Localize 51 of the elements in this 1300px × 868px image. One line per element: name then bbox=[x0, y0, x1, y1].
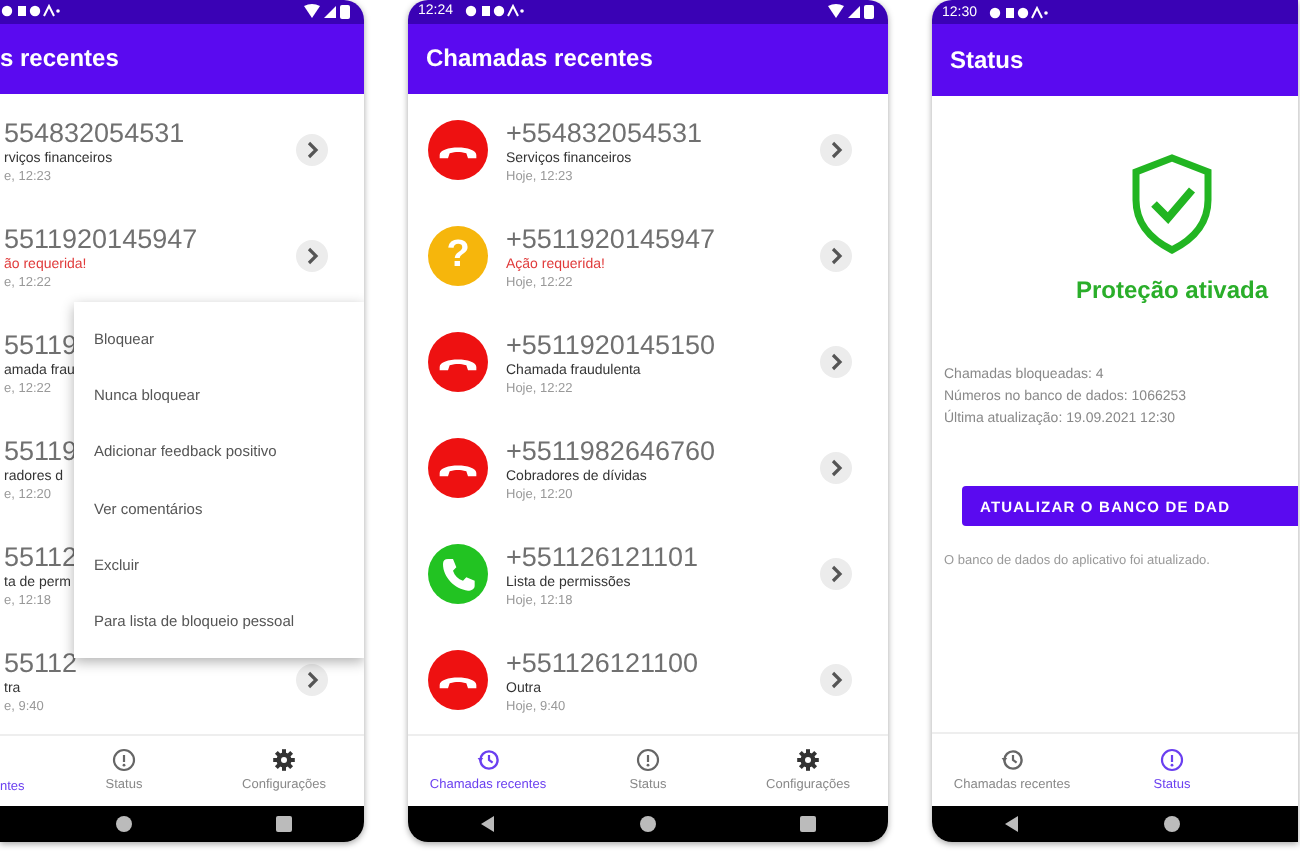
phone-number: 554832054531 bbox=[4, 117, 185, 148]
history-icon bbox=[1000, 748, 1024, 772]
phone-number: 55112 bbox=[4, 647, 78, 678]
chevron-icon[interactable] bbox=[296, 240, 328, 273]
info-icon bbox=[112, 748, 136, 773]
notification-icons bbox=[0, 4, 60, 19]
notification-icons bbox=[987, 5, 1048, 19]
chevron-icon[interactable] bbox=[820, 558, 852, 591]
notification-icons bbox=[463, 4, 524, 19]
hang-up-icon bbox=[428, 332, 488, 393]
home-icon[interactable] bbox=[638, 814, 658, 834]
screen-title: Status bbox=[950, 46, 1024, 74]
info-icon bbox=[1160, 748, 1184, 772]
hang-up-icon bbox=[428, 120, 488, 181]
screen-title: Chamadas recentes bbox=[426, 44, 653, 73]
phone-number: +5511920145947 bbox=[506, 223, 715, 254]
back-icon[interactable] bbox=[478, 814, 498, 834]
chevron-icon[interactable] bbox=[820, 452, 852, 485]
phone-number: +551126121101 bbox=[506, 541, 698, 572]
screen-title: s recentes bbox=[0, 44, 119, 73]
chevron-icon[interactable] bbox=[820, 134, 852, 167]
settings-icon bbox=[796, 748, 820, 773]
signal-icons bbox=[304, 3, 352, 20]
phone-number: 55119 bbox=[4, 435, 78, 466]
phone-number: 5511920145947 bbox=[4, 223, 198, 254]
chevron-icon[interactable] bbox=[296, 134, 328, 167]
home-icon[interactable] bbox=[114, 814, 134, 834]
shield-check-icon bbox=[1128, 152, 1216, 256]
question-icon: ? bbox=[428, 226, 488, 287]
settings-icon bbox=[272, 748, 296, 773]
recents-icon[interactable] bbox=[798, 814, 818, 834]
chevron-icon[interactable] bbox=[820, 664, 852, 697]
chevron-icon[interactable] bbox=[820, 346, 852, 379]
history-icon bbox=[476, 748, 500, 773]
home-icon[interactable] bbox=[1162, 814, 1182, 834]
protection-status: Proteção ativada bbox=[1075, 276, 1269, 304]
chevron-icon[interactable] bbox=[820, 240, 852, 273]
info-icon bbox=[636, 748, 660, 773]
phone-number: 55112 bbox=[4, 541, 78, 572]
hang-up-icon bbox=[428, 650, 488, 711]
phone-number: +554832054531 bbox=[506, 117, 702, 148]
hang-up-icon bbox=[428, 438, 488, 499]
chevron-icon[interactable] bbox=[296, 664, 328, 697]
phone-icon bbox=[428, 544, 488, 605]
phone-number: +5511982646760 bbox=[506, 435, 715, 466]
back-icon[interactable] bbox=[1002, 814, 1022, 834]
recents-icon[interactable] bbox=[274, 814, 294, 834]
phone-number: 55119 bbox=[4, 329, 78, 360]
phone-number: +551126121100 bbox=[506, 647, 698, 678]
phone-number: +5511920145150 bbox=[506, 329, 715, 360]
signal-icons bbox=[828, 3, 876, 20]
